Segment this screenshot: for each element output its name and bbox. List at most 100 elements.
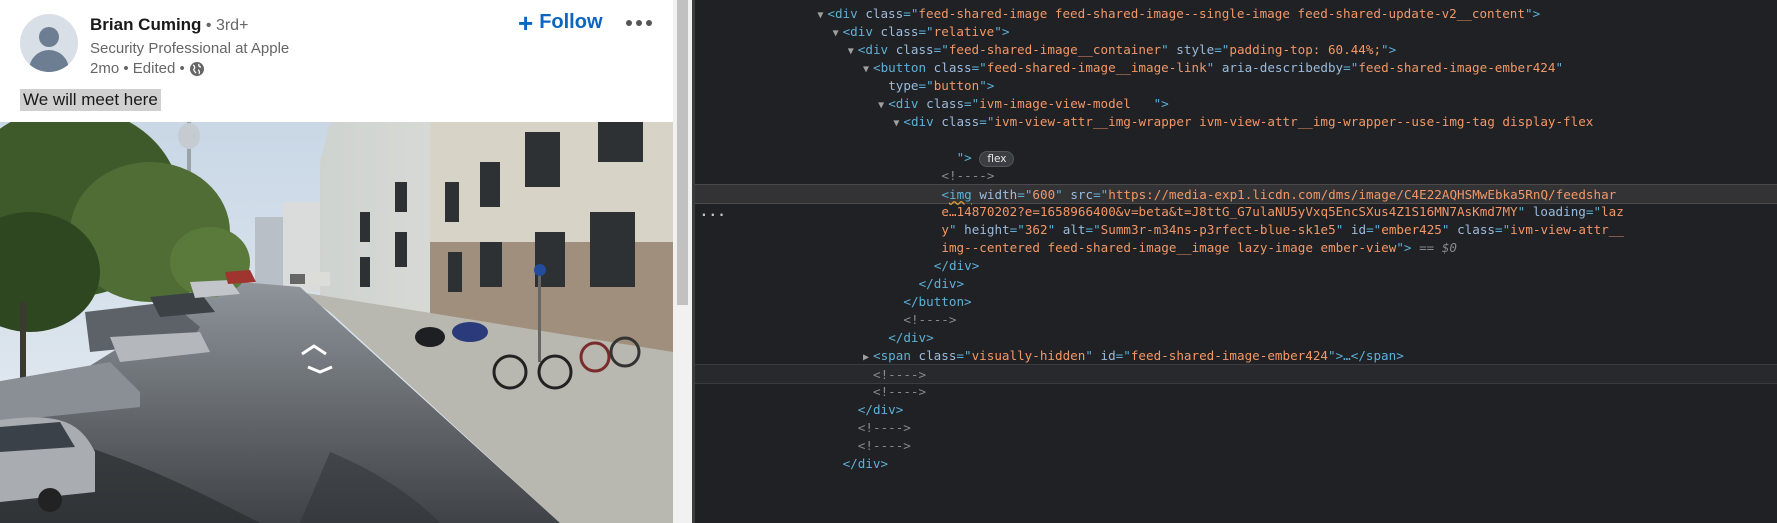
attribute-value[interactable]: feed-shared-image__image-link (987, 60, 1207, 75)
dom-tree-node[interactable]: <!----> (695, 382, 1777, 402)
attribute-value[interactable]: e…14870202?e=1658966400&v=beta&t=J8ttG_G… (941, 204, 1517, 219)
attribute-name[interactable]: class (896, 42, 934, 57)
dom-tree-node[interactable]: </div> (695, 400, 1777, 420)
attribute-name[interactable]: alt (1063, 222, 1086, 237)
attribute-value[interactable]: feed-shared-image-ember424 (1131, 348, 1328, 363)
tag-text: =" (964, 96, 980, 111)
attribute-value[interactable]: padding-top: 60.44%; (1229, 42, 1381, 57)
attribute-name[interactable]: class (926, 96, 964, 111)
attribute-value[interactable]: button (934, 78, 980, 93)
dom-tree-node[interactable]: </button> (695, 292, 1777, 312)
attribute-value[interactable]: feed-shared-image__container (949, 42, 1161, 57)
attribute-name[interactable]: class (941, 114, 979, 129)
tag-text: "> (1153, 96, 1169, 111)
attribute-name[interactable]: loading (1533, 204, 1586, 219)
attribute-value[interactable]: relative (934, 24, 995, 39)
tag-text: <span (873, 348, 919, 363)
dom-tree-node[interactable]: ▼ <button class="feed-shared-image__image… (695, 58, 1777, 78)
more-options-icon[interactable] (623, 12, 655, 34)
attribute-value[interactable]: img--centered feed-shared-image__image l… (941, 240, 1396, 255)
tag-text: <div (857, 42, 896, 57)
street-view-photo (0, 122, 673, 523)
attribute-value[interactable]: feed-shared-image-ember424 (1358, 60, 1555, 75)
html-comment: <!----> (873, 367, 927, 382)
attribute-name[interactable]: class (934, 60, 972, 75)
attribute-value[interactable]: ivm-image-view-model (979, 96, 1153, 111)
attribute-name[interactable]: width (979, 187, 1017, 202)
attribute-name[interactable]: type (888, 78, 918, 93)
dom-tree-node[interactable]: img--centered feed-shared-image__image l… (695, 238, 1777, 258)
dom-tree-node[interactable]: <!----> (695, 436, 1777, 456)
dom-tree-node[interactable]: </div> (695, 328, 1777, 348)
tag-text: =" (1214, 42, 1230, 57)
dom-tree-node[interactable]: ▼ <div class="ivm-view-attr__img-wrapper … (695, 112, 1777, 132)
dom-tree-node[interactable]: <img width="600" src="https://media-exp1… (695, 184, 1777, 204)
devtools-elements-panel: ▼ <div class="feed-shared-image feed-shar… (695, 0, 1777, 523)
dom-tree-node[interactable]: ▼ <div class="feed-shared-image__containe… (695, 40, 1777, 60)
tag-text: "> (1381, 42, 1397, 57)
author-name[interactable]: Brian Cuming (90, 15, 201, 34)
dom-tree-node[interactable]: ▼ <div class="feed-shared-image feed-shar… (695, 4, 1777, 24)
attribute-name[interactable]: class (1457, 222, 1495, 237)
dom-tree-node[interactable]: ▼ <div class="ivm-image-view-model "> (695, 94, 1777, 114)
tag-text: </div> (857, 402, 904, 417)
dom-tree-node[interactable]: </div> (695, 454, 1777, 474)
post-meta: 2mo • Edited • (90, 60, 205, 77)
attribute-value[interactable]: Summ3r-m34ns-p3rfect-blue-sk1e5 (1101, 222, 1336, 237)
dom-tree-node[interactable]: y" height="362" alt="Summ3r-m34ns-p3rfec… (695, 220, 1777, 240)
tag-text: "> (1396, 240, 1412, 255)
tag-text: </div> (933, 258, 980, 273)
tag-text: =" (903, 6, 919, 21)
attribute-value[interactable]: ember425 (1381, 222, 1442, 237)
attribute-name[interactable]: class (881, 24, 919, 39)
attribute-name[interactable]: aria-describedby (1222, 60, 1343, 75)
avatar[interactable] (20, 14, 78, 72)
dom-tree-node[interactable]: "> flex (695, 148, 1777, 168)
dom-tree-node[interactable]: ▼ <div class="relative"> (695, 22, 1777, 42)
avatar-body-shape (29, 50, 69, 72)
tag-text: =" (1085, 222, 1101, 237)
tag-text: </div> (918, 276, 965, 291)
post-image[interactable] (0, 122, 673, 523)
tag-text: " (1555, 60, 1564, 75)
attribute-value[interactable]: 600 (1032, 187, 1055, 202)
attribute-value[interactable]: visually-hidden (972, 348, 1086, 363)
dom-tree-node[interactable]: <!----> (695, 166, 1777, 186)
attribute-value[interactable]: y (941, 222, 949, 237)
dom-tree-node[interactable]: </div> (695, 274, 1777, 294)
dom-tree-node[interactable]: ▶ <span class="visually-hidden" id="feed-… (695, 346, 1777, 366)
tag-text: < (941, 187, 949, 202)
follow-label: Follow (539, 11, 603, 33)
dom-tree-node[interactable]: e…14870202?e=1658966400&v=beta&t=J8ttG_G… (695, 202, 1777, 222)
follow-button[interactable]: + Follow (518, 10, 603, 36)
attribute-value[interactable]: https://media-exp1.licdn.com/dms/image/C… (1108, 187, 1616, 202)
tag-text: " (948, 222, 965, 237)
dom-tree-node[interactable]: type="button"> (695, 76, 1777, 96)
attribute-name[interactable]: style (1176, 42, 1214, 57)
attribute-value[interactable]: 362 (1025, 222, 1048, 237)
attribute-name[interactable]: id (1101, 348, 1116, 363)
attribute-name[interactable]: class (865, 6, 903, 21)
attribute-name[interactable]: src (1070, 187, 1093, 202)
attribute-value[interactable]: feed-shared-image feed-shared-image--sin… (918, 6, 1525, 21)
dom-tree-node[interactable]: </div> (695, 256, 1777, 276)
attribute-value[interactable]: laz (1601, 204, 1624, 219)
attribute-name[interactable]: id (1351, 222, 1366, 237)
dom-tree-node[interactable]: <!----> (695, 310, 1777, 330)
dom-tree-node[interactable] (695, 130, 1777, 150)
dom-tree-node[interactable]: <!----> (695, 418, 1777, 438)
tag-text: " (1517, 204, 1533, 219)
html-comment: <!----> (857, 438, 911, 453)
attribute-value[interactable]: ivm-view-attr__img-wrapper ivm-view-attr… (994, 114, 1593, 129)
dom-tree-node[interactable]: <!----> (695, 364, 1777, 384)
flex-badge[interactable]: flex (979, 150, 1015, 167)
connection-degree: • 3rd+ (201, 17, 249, 34)
tag-text: =" (933, 42, 949, 57)
tag-text: " (1161, 42, 1177, 57)
node-actions-ellipsis-icon[interactable]: ... (700, 205, 726, 220)
attribute-name[interactable]: height (964, 222, 1010, 237)
post-scrollbar-thumb[interactable] (677, 0, 688, 305)
attribute-value[interactable]: ivm-view-attr__ (1510, 222, 1624, 237)
tag-text: =" (1495, 222, 1511, 237)
attribute-name[interactable]: class (919, 348, 957, 363)
